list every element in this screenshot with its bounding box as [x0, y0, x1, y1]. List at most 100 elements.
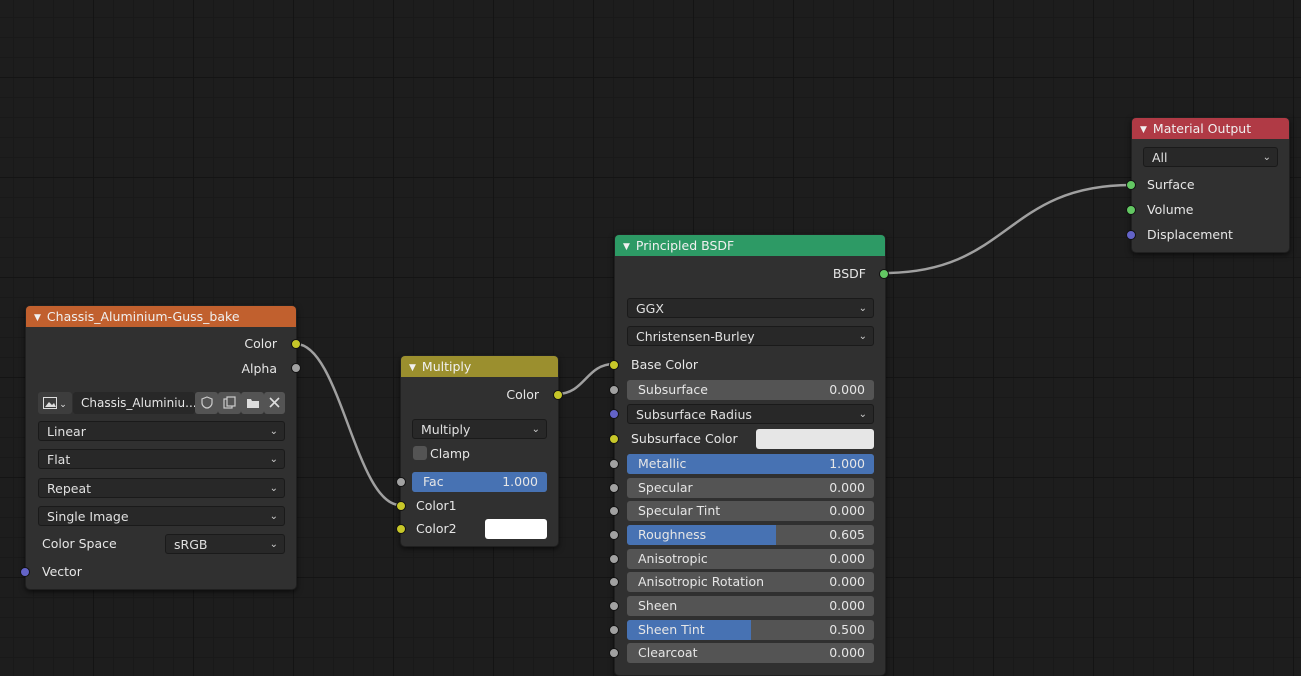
surface-input-socket[interactable]: [1126, 180, 1136, 190]
image-name-text: Chassis_Aluminiu...: [81, 396, 197, 410]
roughness-input-socket[interactable]: [609, 530, 619, 540]
output-node-header[interactable]: ▼ Material Output: [1132, 118, 1289, 139]
subsurface-value: 0.000: [829, 382, 865, 397]
subsurface-label: Subsurface: [638, 382, 708, 397]
specular-tint-field[interactable]: Specular Tint 0.000: [627, 501, 874, 521]
collapse-triangle-icon[interactable]: ▼: [409, 363, 416, 373]
link-multiply-to-basecolor[interactable]: [556, 362, 615, 396]
anisotropic-rotation-value: 0.000: [829, 574, 865, 589]
bsdf-node-title: Principled BSDF: [635, 238, 735, 253]
collapse-triangle-icon[interactable]: ▼: [623, 242, 630, 252]
chevron-down-icon: ⌄: [858, 331, 867, 342]
roughness-field[interactable]: Roughness 0.605: [627, 525, 874, 545]
image-color-output-socket[interactable]: [291, 339, 301, 349]
color-space-label: Color Space: [42, 536, 117, 551]
image-texture-node[interactable]: ▼ Chassis_Aluminium-Guss_bake Color Alpha…: [25, 305, 297, 590]
sheen-tint-field[interactable]: Sheen Tint 0.500: [627, 620, 874, 640]
chevron-down-icon: ⌄: [269, 539, 278, 550]
projection-value: Flat: [47, 452, 71, 467]
link-image-color-to-color1[interactable]: [295, 342, 401, 507]
distribution-dropdown[interactable]: GGX ⌄: [627, 298, 874, 318]
subsurface-radius-input-socket[interactable]: [609, 409, 619, 419]
projection-dropdown[interactable]: Flat ⌄: [38, 449, 285, 469]
sheen-input-socket[interactable]: [609, 601, 619, 611]
principled-bsdf-node[interactable]: ▼ Principled BSDF BSDF GGX ⌄ Christensen-B…: [614, 234, 886, 676]
base-color-label: Base Color: [631, 357, 699, 372]
subsurface-color-label: Subsurface Color: [631, 431, 738, 446]
metallic-input-socket[interactable]: [609, 459, 619, 469]
mix-color-output-socket[interactable]: [553, 390, 563, 400]
output-target-value: All: [1152, 150, 1168, 165]
specular-tint-input-socket[interactable]: [609, 506, 619, 516]
anisotropic-field[interactable]: Anisotropic 0.000: [627, 549, 874, 569]
mix-rgb-node[interactable]: ▼ Multiply Color Multiply ⌄ Clamp Fac 1.00…: [400, 355, 559, 547]
bsdf-node-header[interactable]: ▼ Principled BSDF: [615, 235, 885, 256]
fac-label: Fac: [423, 474, 444, 489]
subsurface-field[interactable]: Subsurface 0.000: [627, 380, 874, 400]
image-node-header[interactable]: ▼ Chassis_Aluminium-Guss_bake: [26, 306, 296, 327]
volume-input-socket[interactable]: [1126, 205, 1136, 215]
fac-slider[interactable]: Fac 1.000: [412, 472, 547, 492]
sheen-field[interactable]: Sheen 0.000: [627, 596, 874, 616]
collapse-triangle-icon[interactable]: ▼: [1140, 125, 1147, 135]
output-target-dropdown[interactable]: All ⌄: [1143, 147, 1278, 167]
clearcoat-field[interactable]: Clearcoat 0.000: [627, 643, 874, 663]
subsurface-radius-label: Subsurface Radius: [636, 407, 752, 422]
chevron-down-icon: ⌄: [858, 303, 867, 314]
anisotropic-input-socket[interactable]: [609, 554, 619, 564]
subsurface-method-dropdown[interactable]: Christensen-Burley ⌄: [627, 326, 874, 346]
clamp-checkbox[interactable]: [413, 446, 427, 460]
specular-label: Specular: [638, 480, 693, 495]
image-name-field[interactable]: Chassis_Aluminiu...: [73, 392, 197, 414]
color-space-value: sRGB: [174, 537, 208, 552]
duplicate-icon: [223, 396, 236, 409]
chevron-down-icon: ⌄: [1262, 152, 1271, 163]
open-image-button[interactable]: [241, 392, 264, 414]
anisotropic-rotation-label: Anisotropic Rotation: [638, 574, 765, 589]
color2-label: Color2: [416, 521, 457, 536]
clearcoat-label: Clearcoat: [638, 645, 698, 660]
sheen-tint-input-socket[interactable]: [609, 625, 619, 635]
blend-mode-dropdown[interactable]: Multiply ⌄: [412, 419, 547, 439]
specular-field[interactable]: Specular 0.000: [627, 478, 874, 498]
specular-input-socket[interactable]: [609, 483, 619, 493]
color-space-dropdown[interactable]: sRGB ⌄: [165, 534, 285, 554]
duplicate-image-button[interactable]: [218, 392, 241, 414]
base-color-input-socket[interactable]: [609, 360, 619, 370]
image-vector-input-socket[interactable]: [20, 567, 30, 577]
mix-node-header[interactable]: ▼ Multiply: [401, 356, 558, 377]
anisotropic-rotation-field[interactable]: Anisotropic Rotation 0.000: [627, 572, 874, 592]
color1-input-socket[interactable]: [396, 501, 406, 511]
image-alpha-output-socket[interactable]: [291, 363, 301, 373]
chevron-down-icon: ⌄: [858, 409, 867, 420]
fac-value: 1.000: [502, 474, 538, 489]
clamp-label: Clamp: [430, 446, 470, 461]
specular-tint-value: 0.000: [829, 503, 865, 518]
source-dropdown[interactable]: Single Image ⌄: [38, 506, 285, 526]
extension-dropdown[interactable]: Repeat ⌄: [38, 478, 285, 498]
color2-input-socket[interactable]: [396, 524, 406, 534]
fake-user-button[interactable]: [195, 392, 218, 414]
color2-swatch[interactable]: [485, 519, 547, 539]
output-alpha-label: Alpha: [241, 361, 277, 376]
subsurface-radius-dropdown[interactable]: Subsurface Radius ⌄: [627, 404, 874, 424]
subsurface-input-socket[interactable]: [609, 385, 619, 395]
image-browse-button[interactable]: ⌄: [38, 392, 72, 414]
metallic-field[interactable]: Metallic 1.000: [627, 454, 874, 474]
sheen-value: 0.000: [829, 598, 865, 613]
clearcoat-input-socket[interactable]: [609, 648, 619, 658]
link-bsdf-to-surface[interactable]: [883, 183, 1132, 275]
roughness-value: 0.605: [829, 527, 865, 542]
material-output-node[interactable]: ▼ Material Output All ⌄ Surface Volume Dis…: [1131, 117, 1290, 253]
subsurface-color-input-socket[interactable]: [609, 434, 619, 444]
image-icon: [43, 397, 58, 409]
collapse-triangle-icon[interactable]: ▼: [34, 313, 41, 323]
subsurface-color-swatch[interactable]: [756, 429, 874, 449]
interpolation-dropdown[interactable]: Linear ⌄: [38, 421, 285, 441]
displacement-input-socket[interactable]: [1126, 230, 1136, 240]
distribution-value: GGX: [636, 301, 664, 316]
bsdf-output-socket[interactable]: [879, 269, 889, 279]
anisotropic-rotation-input-socket[interactable]: [609, 577, 619, 587]
fac-input-socket[interactable]: [396, 477, 406, 487]
unlink-image-button[interactable]: [264, 392, 285, 414]
